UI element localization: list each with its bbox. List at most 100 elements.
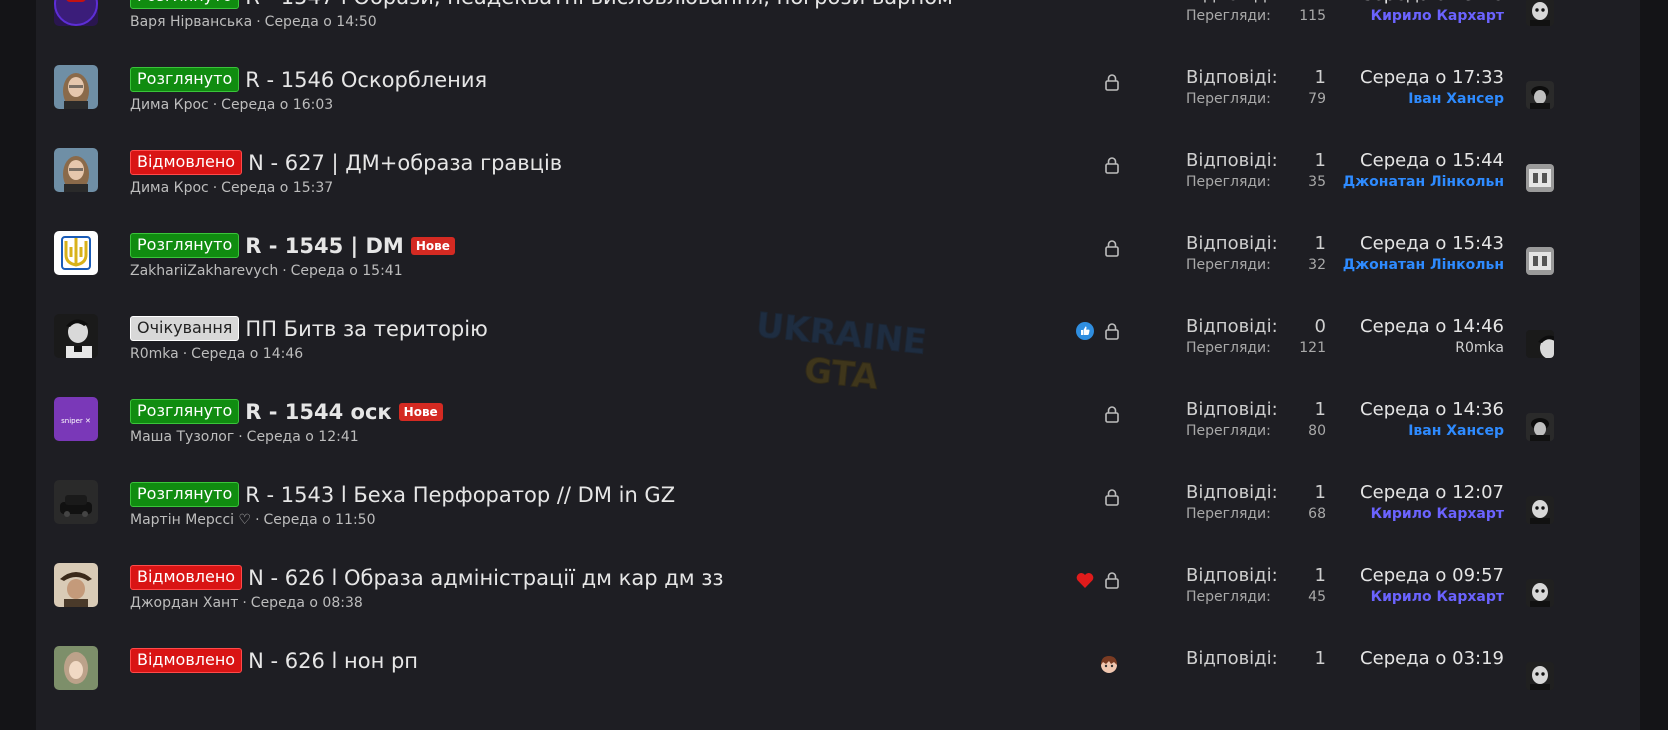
thread-title-link[interactable]: N - 626 l Образа адміністрації дм кар дм… xyxy=(248,566,724,590)
thread-title-link[interactable]: N - 626 l нон рп xyxy=(248,649,418,673)
thread-stats: Відповіді: 1 Перегляди: 80 xyxy=(1186,399,1326,443)
thread-title-link[interactable]: R - 1547 l Образи, неадекватні висловлюв… xyxy=(245,0,953,9)
status-prefix-badge[interactable]: Розглянуто xyxy=(130,67,240,92)
last-post-user-link[interactable]: Іван Хансер xyxy=(1360,423,1504,439)
last-post-user-link[interactable]: Кирило Кархарт xyxy=(1360,8,1504,24)
last-post-user-link[interactable]: Кирило Кархарт xyxy=(1360,506,1504,522)
thread-author-link[interactable]: Дима Крос xyxy=(130,97,209,113)
last-post-date[interactable]: Середа о 14:36 xyxy=(1360,399,1504,423)
thread-row[interactable]: Розглянуто R - 1545 | DM Нове ZakhariiZakha… xyxy=(36,219,1640,307)
last-post-user-link[interactable]: R0mka xyxy=(1360,340,1504,356)
views-count: 79 xyxy=(1308,91,1326,107)
last-post-user-link[interactable]: Кирило Кархарт xyxy=(1360,589,1504,605)
thread-start-date[interactable]: Середа о 15:37 xyxy=(221,180,333,196)
heart-icon xyxy=(1076,572,1094,589)
avatar-mask-icon[interactable] xyxy=(1526,0,1554,26)
avatar-girl-icon[interactable] xyxy=(54,65,98,109)
thread-title-link[interactable]: R - 1544 оск xyxy=(245,400,391,424)
last-post-date[interactable]: Середа о 09:57 xyxy=(1360,565,1504,589)
avatar-grey-icon[interactable] xyxy=(1526,247,1554,275)
thread-start-date[interactable]: Середа о 14:50 xyxy=(265,14,377,30)
status-prefix-badge[interactable]: Розглянуто xyxy=(130,233,240,258)
avatar-car-icon[interactable] xyxy=(54,480,98,524)
views-label: Перегляди: xyxy=(1186,8,1271,24)
status-prefix-badge[interactable]: Очікування xyxy=(130,316,240,341)
thread-status-icons xyxy=(1104,488,1120,506)
avatar-bw-man-icon[interactable] xyxy=(54,314,98,358)
avatar-pirate-icon[interactable] xyxy=(54,563,98,607)
status-prefix-badge[interactable]: Відмовлено xyxy=(130,150,243,175)
status-prefix-badge[interactable]: Відмовлено xyxy=(130,648,243,673)
avatar-bike-icon[interactable] xyxy=(54,0,98,26)
avatar-girl-icon[interactable] xyxy=(54,148,98,192)
avatar-mask-icon[interactable] xyxy=(1526,662,1554,690)
meta-separator: · xyxy=(212,180,218,196)
thread-author-link[interactable]: Варя Нірванська xyxy=(130,14,252,30)
last-post-user-link[interactable]: Джонатан Лінкольн xyxy=(1343,174,1504,190)
last-post-date[interactable]: Середа о 14:46 xyxy=(1360,316,1504,340)
thread-title-link[interactable]: ПП Битв за територію xyxy=(245,317,487,341)
avatar-grey-icon[interactable] xyxy=(1526,164,1554,192)
avatar-anime-icon[interactable] xyxy=(54,646,98,690)
thread-author-link[interactable]: R0mka xyxy=(130,346,179,362)
ukraine-gta-watermark: UKRAINE GTA xyxy=(754,305,929,398)
avatar-dark-icon[interactable] xyxy=(1526,413,1554,441)
thread-status-icons xyxy=(1104,405,1120,423)
meta-separator: · xyxy=(212,97,218,113)
thread-author-link[interactable]: Мартін Мерссі ♡ xyxy=(130,512,251,528)
last-post-info: Середа о 09:57 Кирило Кархарт xyxy=(1360,565,1504,605)
thread-start-date[interactable]: Середа о 08:38 xyxy=(251,595,363,611)
last-post-date[interactable]: Середа о 15:43 xyxy=(1343,233,1504,257)
thread-title-link[interactable]: N - 627 | ДМ+образа гравців xyxy=(248,151,562,175)
last-post-date[interactable]: Середа о 23:18 xyxy=(1360,0,1504,8)
thread-author-link[interactable]: Джордан Хант xyxy=(130,595,238,611)
thread-row[interactable]: Відмовлено N - 626 l нон рп Відповіді: 1 Сер… xyxy=(36,634,1640,722)
thread-row[interactable]: Розглянуто R - 1546 Оскорбления Дима Крос ·… xyxy=(36,53,1640,141)
status-prefix-badge[interactable]: Відмовлено xyxy=(130,565,243,590)
thread-title-link[interactable]: R - 1543 l Беха Перфоратор // DM in GZ xyxy=(245,483,675,507)
lock-icon xyxy=(1104,488,1120,506)
thread-start-date[interactable]: Середа о 12:41 xyxy=(247,429,359,445)
thread-title-link[interactable]: R - 1546 Оскорбления xyxy=(245,68,487,92)
thread-row[interactable]: Відмовлено N - 626 l Образа адміністрації… xyxy=(36,551,1640,639)
thread-stats: Відповіді: 1 Перегляди: 115 xyxy=(1186,0,1326,28)
thread-status-icons xyxy=(1098,654,1120,674)
avatar-mask-icon[interactable] xyxy=(1526,579,1554,607)
last-post-date[interactable]: Середа о 12:07 xyxy=(1360,482,1504,506)
thread-title-line: Відмовлено N - 627 | ДМ+образа гравців xyxy=(130,150,562,175)
thread-start-date[interactable]: Середа о 11:50 xyxy=(264,512,376,528)
thread-author-link[interactable]: ZakhariiZakharevych xyxy=(130,263,278,279)
last-post-date[interactable]: Середа о 03:19 xyxy=(1360,648,1504,672)
thread-author-link[interactable]: Дима Крос xyxy=(130,180,209,196)
thread-title-line: Розглянуто R - 1545 | DM Нове xyxy=(130,233,455,258)
last-post-user-link[interactable]: Джонатан Лінкольн xyxy=(1343,257,1504,273)
avatar-mask-icon[interactable] xyxy=(1526,496,1554,524)
last-post-date[interactable]: Середа о 15:44 xyxy=(1343,150,1504,174)
thread-status-icons xyxy=(1104,156,1120,174)
thread-status-icons xyxy=(1104,239,1120,257)
thread-row[interactable]: Розглянуто R - 1543 l Беха Перфоратор // … xyxy=(36,468,1640,556)
anime-girl-icon xyxy=(1098,654,1120,674)
avatar-purple-icon[interactable]: sniper ✕ xyxy=(54,397,98,441)
thread-title-line: Розглянуто R - 1547 l Образи, неадекватні… xyxy=(130,0,953,9)
last-post-date[interactable]: Середа о 17:33 xyxy=(1360,67,1504,91)
status-prefix-badge[interactable]: Розглянуто xyxy=(130,482,240,507)
avatar-bw-man-icon[interactable] xyxy=(1526,330,1554,358)
thread-start-date[interactable]: Середа о 14:46 xyxy=(191,346,303,362)
views-count: 32 xyxy=(1308,257,1326,273)
thread-start-date[interactable]: Середа о 15:41 xyxy=(291,263,403,279)
views-count: 115 xyxy=(1299,8,1326,24)
thread-meta: Джордан Хант · Середа о 08:38 xyxy=(130,595,363,611)
avatar-trident-icon[interactable] xyxy=(54,231,98,275)
last-post-info: Середа о 03:19 xyxy=(1360,648,1504,672)
thread-author-link[interactable]: Маша Тузолог xyxy=(130,429,234,445)
views-count: 121 xyxy=(1299,340,1326,356)
avatar-dark-icon[interactable] xyxy=(1526,81,1554,109)
status-prefix-badge[interactable]: Розглянуто xyxy=(130,0,240,9)
thread-title-link[interactable]: R - 1545 | DM xyxy=(245,234,404,258)
thread-row[interactable]: Розглянуто R - 1547 l Образи, неадекватні… xyxy=(36,0,1640,58)
thread-row[interactable]: Відмовлено N - 627 | ДМ+образа гравців Дим… xyxy=(36,136,1640,224)
status-prefix-badge[interactable]: Розглянуто xyxy=(130,399,240,424)
thread-start-date[interactable]: Середа о 16:03 xyxy=(221,97,333,113)
last-post-user-link[interactable]: Іван Хансер xyxy=(1360,91,1504,107)
